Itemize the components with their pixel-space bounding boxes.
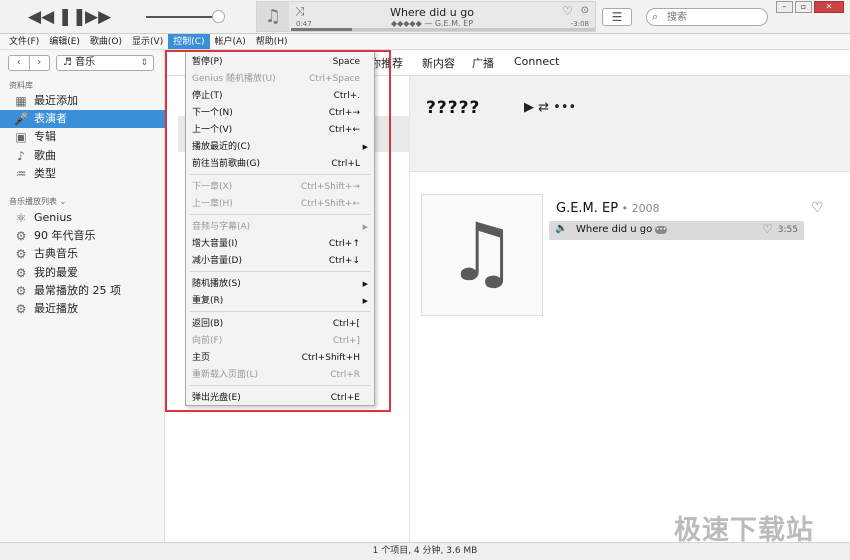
genre-icon: ♒ [15, 166, 27, 181]
search-input[interactable] [667, 10, 763, 24]
heart-icon[interactable]: ♡ [562, 4, 573, 18]
menu-bar: 文件(F) 编辑(E) 歌曲(O) 显示(V) 控制(C) 帐户(A) 帮助(H) [0, 34, 850, 50]
track-heart-icon[interactable]: ♡ [762, 222, 773, 236]
sidebar-item-label: 90 年代音乐 [34, 229, 96, 243]
previous-icon[interactable]: ◀◀ [28, 7, 54, 27]
playlists-header[interactable]: 音乐播放列表 ⌄ [9, 196, 66, 207]
chevron-updown-icon: ⇕ [140, 58, 148, 68]
next-icon[interactable]: ▶▶ [85, 7, 111, 27]
sidebar-item[interactable]: ♒ 类型 [0, 165, 165, 183]
library-header: 资料库 [9, 81, 33, 90]
sidebar-item-label: 类型 [34, 166, 56, 180]
tab-new[interactable]: 新内容 [422, 55, 455, 71]
album-artwork[interactable]: ♫ [421, 194, 543, 316]
tab-connect[interactable]: Connect [514, 55, 559, 68]
album-heart-icon[interactable]: ♡ [811, 200, 824, 216]
time-elapsed: 0:47 [296, 20, 312, 28]
search-icon: ⌕ [652, 10, 659, 23]
track-more-icon[interactable]: ••• [655, 226, 667, 234]
album-icon: ▣ [15, 130, 27, 145]
menu-view[interactable]: 显示(V) [127, 34, 168, 49]
volume-knob[interactable] [212, 10, 225, 23]
time-remaining: -3:08 [570, 20, 589, 28]
track-row[interactable]: 🔈 Where did u go ••• ♡ 3:55 [549, 221, 804, 240]
menu-controls[interactable]: 控制(C) [168, 34, 210, 49]
sidebar-item-label: 最常播放的 25 项 [34, 283, 121, 297]
menu-help[interactable]: 帮助(H) [251, 34, 293, 49]
music-note-icon: ♫ [257, 2, 289, 31]
sidebar-item[interactable]: ⚙ 我的最爱 [0, 264, 165, 282]
menu-account[interactable]: 帐户(A) [210, 34, 251, 49]
track-duration: 3:55 [777, 225, 798, 235]
artist-play-shuffle-more[interactable]: ▶ ⇄ ••• [524, 100, 576, 115]
sidebar-item[interactable]: ⚙ 古典音乐 [0, 245, 165, 263]
sidebar-item-label: 最近添加 [34, 94, 78, 107]
artist-header: ????? ▶ ⇄ ••• [410, 76, 850, 172]
search-box[interactable]: ⌕ [646, 8, 768, 26]
microphone-icon: 🎤 [13, 112, 29, 127]
menu-file[interactable]: 文件(F) [4, 34, 44, 49]
grid-icon: ▦ [15, 94, 27, 108]
sidebar-item[interactable]: ⚙ 最常播放的 25 项 [0, 282, 165, 300]
playback-progress[interactable] [291, 28, 595, 31]
media-type-select[interactable]: ♬ 音乐 ⇕ [56, 55, 154, 71]
sidebar-item-label: 专辑 [34, 130, 56, 144]
watermark-logo: 极速下载站 [674, 515, 814, 546]
album-title[interactable]: G.E.M. EP • 2008 [556, 201, 660, 216]
sidebar-item-label: 古典音乐 [34, 247, 78, 261]
sidebar-item[interactable]: 🎤 表演者 [0, 110, 165, 129]
sidebar-item[interactable]: ⚛ Genius [0, 209, 165, 227]
sidebar-item[interactable]: ♪ 歌曲 [0, 147, 165, 165]
minimize-icon[interactable]: – [776, 1, 793, 13]
restore-icon[interactable]: ▫ [795, 1, 812, 13]
gear-icon: ⚙ [15, 247, 27, 262]
sidebar-item[interactable]: ⚙ 90 年代音乐 [0, 227, 165, 245]
close-icon[interactable]: ✕ [814, 1, 844, 13]
menu-song[interactable]: 歌曲(O) [85, 34, 127, 49]
sidebar-item-label: 我的最爱 [34, 265, 78, 279]
volume-slider[interactable] [146, 16, 220, 18]
sidebar-item-label: 歌曲 [34, 148, 56, 162]
shuffle-icon[interactable]: ⤨ [295, 4, 305, 19]
now-playing-display: ♫ ⤨ Where did u go ◆◆◆◆◆ — G.E.M. EP 0:4… [256, 1, 596, 32]
music-note-icon: ♫ [446, 206, 518, 299]
sidebar-item[interactable]: ⚙ 最近播放 [0, 300, 165, 318]
album-name: G.E.M. EP [556, 201, 619, 216]
tab-radio[interactable]: 广播 [472, 55, 494, 71]
pause-icon[interactable]: ❚❚ [58, 7, 87, 27]
album-year: • 2008 [618, 202, 660, 215]
sidebar-item[interactable]: ▣ 专辑 [0, 128, 165, 146]
gear-icon: ⚙ [15, 283, 27, 298]
artist-name: ????? [426, 98, 481, 118]
sidebar: ‹ › ♬ 音乐 ⇕ 资料库 ▦ 最近添加 🎤 表演者 ▣ 专辑 ♪ 歌曲 ♒ 类型 音乐播放列表… [0, 50, 165, 542]
genius-icon: ⚛ [15, 211, 27, 225]
player-bar: ◀◀ ❚❚ ▶▶ ♫ ⤨ Where did u go ◆◆◆◆◆ — G.E.… [0, 0, 850, 34]
media-type-label: ♬ 音乐 [63, 57, 96, 68]
note-icon: ♪ [17, 148, 25, 163]
window-controls: – ▫ ✕ [776, 1, 844, 13]
nav-buttons: ‹ › [8, 55, 50, 71]
more-icon[interactable]: ⊙ [581, 5, 589, 16]
sidebar-item-label: 表演者 [34, 112, 67, 126]
sidebar-item-label: 最近播放 [34, 302, 78, 315]
gear-icon: ⚙ [15, 229, 27, 244]
back-icon[interactable]: ‹ [9, 56, 29, 70]
forward-icon[interactable]: › [28, 56, 50, 70]
now-playing-subtitle: ◆◆◆◆◆ — G.E.M. EP [390, 19, 474, 28]
now-playing-title: Where did u go [390, 6, 474, 19]
gear-icon: ⚙ [15, 302, 27, 316]
sidebar-item-label: Genius [34, 211, 73, 224]
gear-icon: ⚙ [15, 265, 27, 280]
track-name: Where did u go [576, 224, 653, 235]
up-next-list-button[interactable]: ☰ [602, 8, 632, 26]
speaker-icon: 🔈 [555, 223, 568, 234]
highlight-box [165, 50, 391, 412]
sidebar-item[interactable]: ▦ 最近添加 [0, 92, 165, 110]
menu-edit[interactable]: 编辑(E) [44, 34, 85, 49]
